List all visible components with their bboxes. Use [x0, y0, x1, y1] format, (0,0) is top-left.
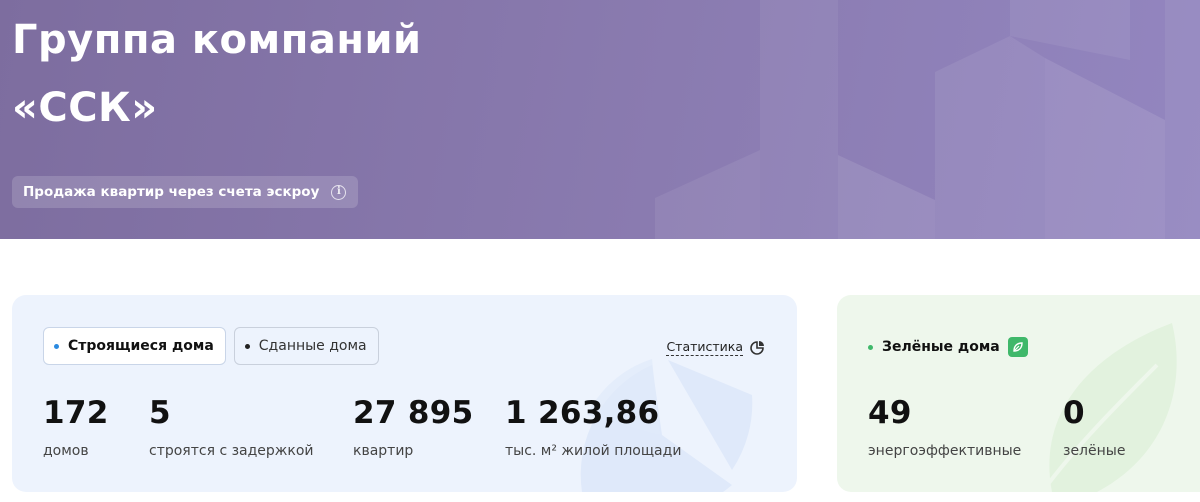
- metric-value: 172: [43, 395, 109, 431]
- active-dot-icon: [54, 343, 59, 349]
- pie-chart-icon: [750, 340, 764, 355]
- statistics-link[interactable]: Статистика: [666, 339, 765, 356]
- tab-label: Строящиеся дома: [68, 338, 214, 354]
- tab-label: Сданные дома: [258, 338, 367, 354]
- tab-completed[interactable]: Сданные дома: [233, 327, 379, 365]
- metric-delayed: 5 строятся с задержкой: [149, 393, 314, 459]
- escrow-badge[interactable]: Продажа квартир через счета эскроу i: [12, 176, 359, 208]
- tab-under-construction[interactable]: Строящиеся дома: [43, 327, 226, 365]
- info-icon[interactable]: i: [331, 184, 347, 200]
- metric-value: 5: [149, 395, 171, 431]
- metric-apartments: 27 895 квартир: [353, 393, 473, 459]
- company-header-banner: Группа компаний «ССК» Продажа квартир че…: [0, 0, 1200, 239]
- metric-label: квартир: [353, 443, 414, 459]
- houses-stats-card: Строящиеся дома Сданные дома Статистика …: [12, 295, 797, 492]
- green-title-label: Зелёные дома: [882, 339, 1000, 355]
- houses-tabs: Строящиеся дома Сданные дома: [43, 327, 379, 365]
- metric-label: зелёные: [1063, 443, 1126, 459]
- green-dot-icon: [868, 344, 873, 350]
- metric-energy-efficient: 49 энергоэффективные: [868, 393, 1021, 459]
- page-title: Группа компаний «ССК»: [12, 17, 422, 131]
- metric-value: 27 895: [353, 395, 474, 431]
- green-houses-card: Зелёные дома 49 энергоэффективные 0 зелё…: [837, 295, 1200, 492]
- metric-value: 1 263,86: [505, 395, 660, 431]
- escrow-label: Продажа квартир через счета эскроу: [23, 184, 320, 200]
- metric-value: 0: [1063, 395, 1085, 431]
- metric-value: 49: [868, 395, 912, 431]
- leaf-icon: [1007, 337, 1028, 357]
- statistics-link-label: Статистика: [666, 339, 743, 356]
- green-houses-title: Зелёные дома: [868, 337, 1028, 357]
- metric-houses: 172 домов: [43, 393, 109, 459]
- metric-green: 0 зелёные: [1063, 393, 1125, 459]
- metric-label: домов: [43, 443, 89, 459]
- metric-label: энергоэффективные: [868, 443, 1022, 459]
- dot-icon: [244, 343, 250, 349]
- metric-label: строятся с задержкой: [149, 443, 314, 459]
- metric-label: тыс. м² жилой площади: [505, 443, 682, 459]
- metric-living-area: 1 263,86 тыс. м² жилой площади: [505, 393, 681, 459]
